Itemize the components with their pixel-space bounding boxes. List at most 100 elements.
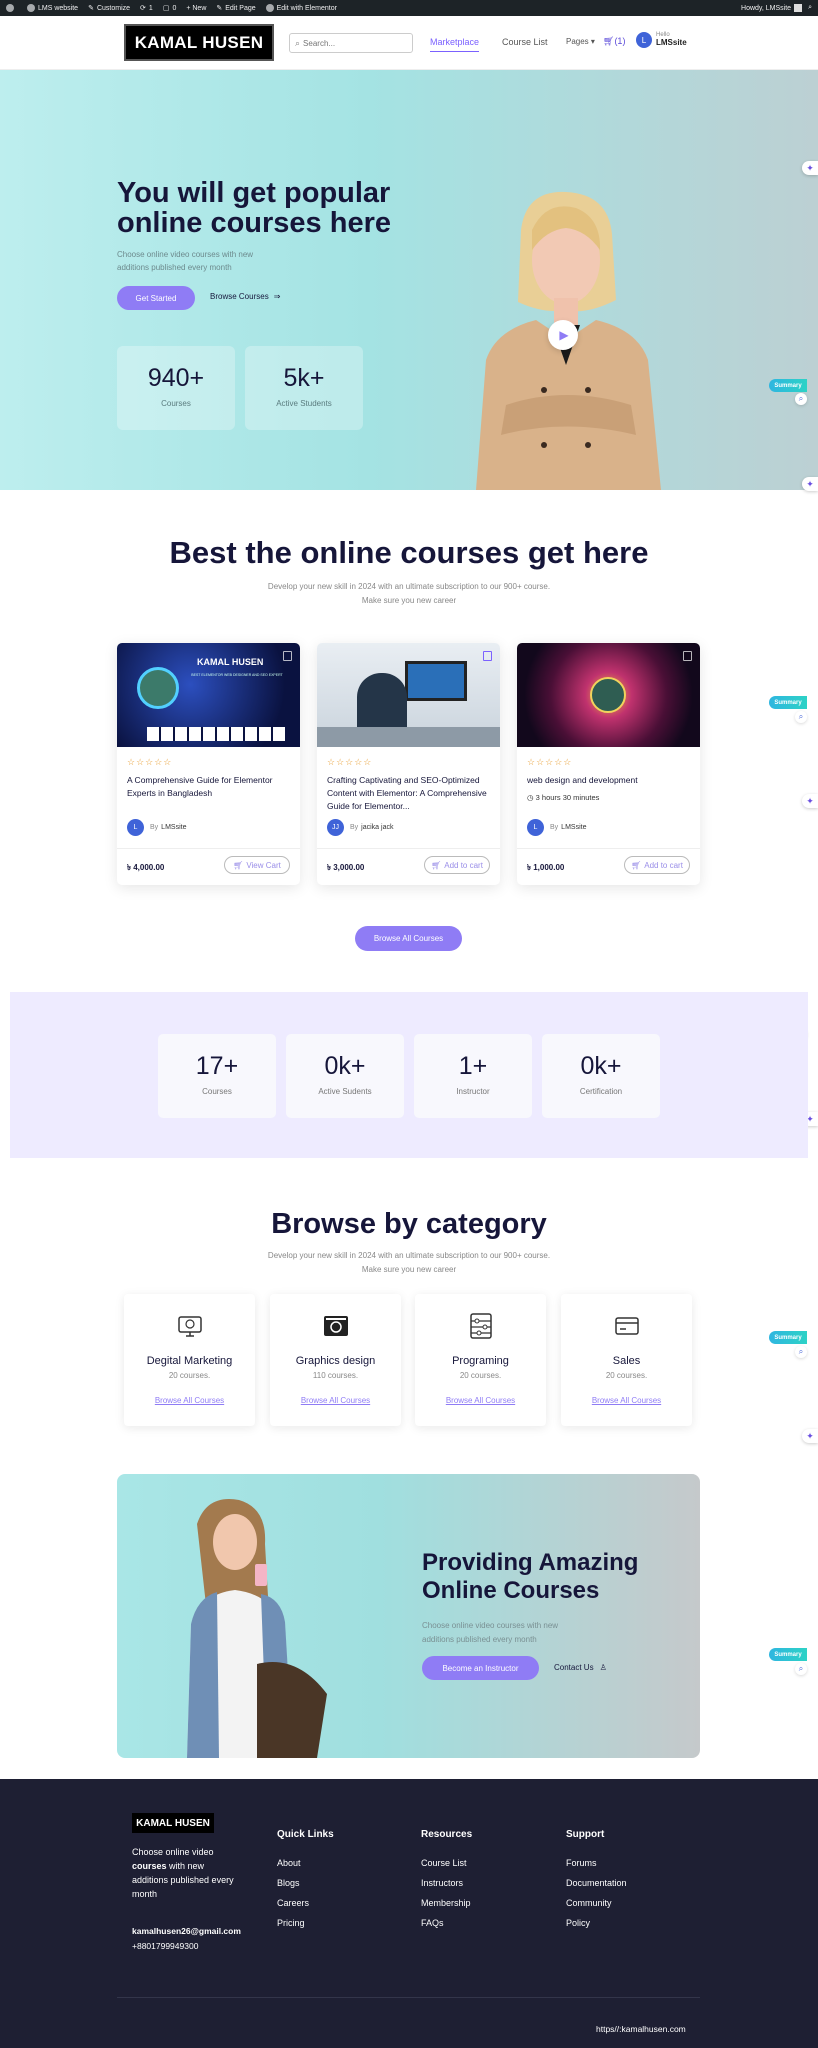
play-video-button[interactable]: ▶: [548, 320, 578, 350]
footer-link-forums[interactable]: Forums: [566, 1858, 627, 1868]
user-greeting[interactable]: Hello LMSsite: [656, 31, 687, 47]
footer-url[interactable]: https//:kamalhusen.com: [596, 2024, 686, 2034]
course-thumbnail[interactable]: [317, 643, 500, 747]
footer-logo[interactable]: KAMAL HUSEN: [132, 1813, 214, 1833]
ai-sparkle-icon[interactable]: ✦: [802, 1429, 818, 1443]
add-to-cart-button[interactable]: 🛒︎ Add to cart: [424, 856, 490, 874]
card-footer: ৳ 3,000.00 🛒︎ Add to cart: [317, 848, 500, 885]
sales-icon: [614, 1317, 639, 1335]
admin-account-link[interactable]: Howdy, LMSsite: [741, 4, 803, 12]
course-price: ৳ 1,000.00: [527, 863, 565, 872]
bookmark-icon[interactable]: [483, 651, 492, 661]
course-thumbnail[interactable]: KAMAL HUSEN BEST ELEMENTOR WEB DESIGNER …: [117, 643, 300, 747]
bookmark-icon[interactable]: [683, 651, 692, 661]
wordpress-logo-icon[interactable]: [6, 4, 17, 12]
hero-title: You will get popular online courses here: [117, 177, 391, 239]
course-duration: ◷ 3 hours 30 minutes: [527, 793, 600, 802]
admin-customize-link[interactable]: ✎ Customize: [88, 4, 130, 13]
magnifier-icon[interactable]: ⌕: [795, 393, 807, 405]
summary-button[interactable]: Summary: [769, 1648, 807, 1661]
admin-edit-page-link[interactable]: ✎ Edit Page: [216, 4, 255, 13]
footer-link-about[interactable]: About: [277, 1858, 334, 1868]
course-card[interactable]: ☆☆☆☆☆ web design and development ◷ 3 hou…: [517, 643, 700, 885]
admin-elementor-link[interactable]: Edit with Elementor: [265, 4, 337, 12]
footer-quick-links: Quick Links About Blogs Careers Pricing: [277, 1829, 334, 1938]
site-header: KAMAL HUSEN ⌕ Marketplace Course List Pa…: [0, 16, 818, 70]
site-logo[interactable]: KAMAL HUSEN: [124, 24, 274, 61]
become-instructor-button[interactable]: Become an Instructor: [422, 1656, 539, 1680]
search-input[interactable]: [303, 38, 404, 48]
user-icon: ♙: [599, 1663, 607, 1672]
pencil-icon: ✎: [216, 5, 223, 12]
browse-all-courses-button[interactable]: Browse All Courses: [355, 926, 462, 951]
magnifier-icon[interactable]: ⌕: [795, 1346, 807, 1358]
search-icon: ⌕: [295, 37, 301, 48]
footer-link-faqs[interactable]: FAQs: [421, 1918, 472, 1928]
summary-button[interactable]: Summary: [769, 1331, 807, 1344]
cart-button[interactable]: 🛒︎(1): [603, 36, 625, 47]
course-title[interactable]: web design and development: [527, 774, 692, 787]
view-cart-button[interactable]: 🛒︎ View Cart: [224, 856, 290, 874]
category-card-graphics[interactable]: Graphics design 110 courses. Browse All …: [270, 1294, 401, 1426]
thumbnail-portrait: [590, 677, 626, 713]
course-thumbnail[interactable]: [517, 643, 700, 747]
footer-link-community[interactable]: Community: [566, 1898, 627, 1908]
browse-courses-link[interactable]: Browse Courses ⇒: [210, 292, 280, 301]
admin-search-icon[interactable]: ⌕: [808, 4, 812, 12]
magnifier-icon[interactable]: ⌕: [795, 711, 807, 723]
brush-icon: ✎: [88, 5, 94, 12]
footer-link-policy[interactable]: Policy: [566, 1918, 627, 1928]
author-avatar: JJ: [327, 819, 344, 836]
thumbnail-portrait: [137, 667, 179, 709]
add-to-cart-button[interactable]: 🛒︎ Add to cart: [624, 856, 690, 874]
category-card-marketing[interactable]: Degital Marketing 20 courses. Browse All…: [124, 1294, 255, 1426]
ai-sparkle-icon[interactable]: ✦: [802, 477, 818, 491]
user-avatar[interactable]: L: [636, 32, 652, 48]
ai-sparkle-icon[interactable]: ✦: [802, 794, 818, 808]
contact-us-link[interactable]: Contact Us ♙: [554, 1663, 607, 1672]
course-title[interactable]: A Comprehensive Guide for Elementor Expe…: [127, 774, 292, 800]
admin-updates-link[interactable]: ⟳ 1: [140, 4, 153, 13]
get-started-button[interactable]: Get Started: [117, 286, 195, 310]
admin-comments-link[interactable]: ▢ 0: [163, 4, 177, 13]
bookmark-icon[interactable]: [283, 651, 292, 661]
course-card[interactable]: ☆☆☆☆☆ Crafting Captivating and SEO-Optim…: [317, 643, 500, 885]
footer-link-membership[interactable]: Membership: [421, 1898, 472, 1908]
search-box[interactable]: ⌕: [289, 33, 413, 53]
category-section-title: Browse by category: [271, 1208, 547, 1240]
stat-instructor: 1+ Instructor: [414, 1034, 532, 1118]
footer-link-blogs[interactable]: Blogs: [277, 1878, 334, 1888]
footer-link-careers[interactable]: Careers: [277, 1898, 334, 1908]
magnifier-icon[interactable]: ⌕: [795, 1663, 807, 1675]
summary-button[interactable]: Summary: [769, 696, 807, 709]
footer-resources: Resources Course List Instructors Member…: [421, 1829, 472, 1938]
rating-stars: ☆☆☆☆☆: [327, 757, 373, 767]
graphics-icon: [323, 1316, 348, 1336]
course-title[interactable]: Crafting Captivating and SEO-Optimized C…: [327, 774, 492, 813]
course-price: ৳ 4,000.00: [127, 863, 165, 872]
summary-button[interactable]: Summary: [769, 379, 807, 392]
category-browse-link[interactable]: Browse All Courses: [415, 1396, 546, 1405]
footer-link-instructors[interactable]: Instructors: [421, 1878, 472, 1888]
stats-section: 17+ Courses 0k+ Active Sudents 1+ Instructo…: [10, 992, 808, 1158]
category-card-sales[interactable]: Sales 20 courses. Browse All Courses: [561, 1294, 692, 1426]
footer-link-documentation[interactable]: Documentation: [566, 1878, 627, 1888]
nav-marketplace[interactable]: Marketplace: [430, 37, 480, 52]
course-card[interactable]: KAMAL HUSEN BEST ELEMENTOR WEB DESIGNER …: [117, 643, 300, 885]
footer-link-pricing[interactable]: Pricing: [277, 1918, 334, 1928]
author-name: LMSsite: [561, 824, 587, 831]
category-browse-link[interactable]: Browse All Courses: [124, 1396, 255, 1405]
category-browse-link[interactable]: Browse All Courses: [561, 1396, 692, 1405]
category-card-programming[interactable]: Programing 20 courses. Browse All Course…: [415, 1294, 546, 1426]
footer-phone[interactable]: +8801799949300: [132, 1941, 198, 1951]
admin-new-link[interactable]: + New: [186, 5, 206, 12]
category-browse-link[interactable]: Browse All Courses: [270, 1396, 401, 1405]
admin-site-link[interactable]: LMS website: [27, 4, 78, 12]
rating-stars: ☆☆☆☆☆: [527, 757, 573, 767]
nav-pages-dropdown[interactable]: Pages ▾: [566, 37, 595, 46]
footer-email[interactable]: kamalhusen26@gmail.com: [132, 1926, 241, 1936]
nav-course-list[interactable]: Course List: [502, 37, 548, 47]
ai-sparkle-icon[interactable]: ✦: [802, 161, 818, 175]
footer-link-course-list[interactable]: Course List: [421, 1858, 472, 1868]
elementor-icon: [265, 4, 274, 12]
